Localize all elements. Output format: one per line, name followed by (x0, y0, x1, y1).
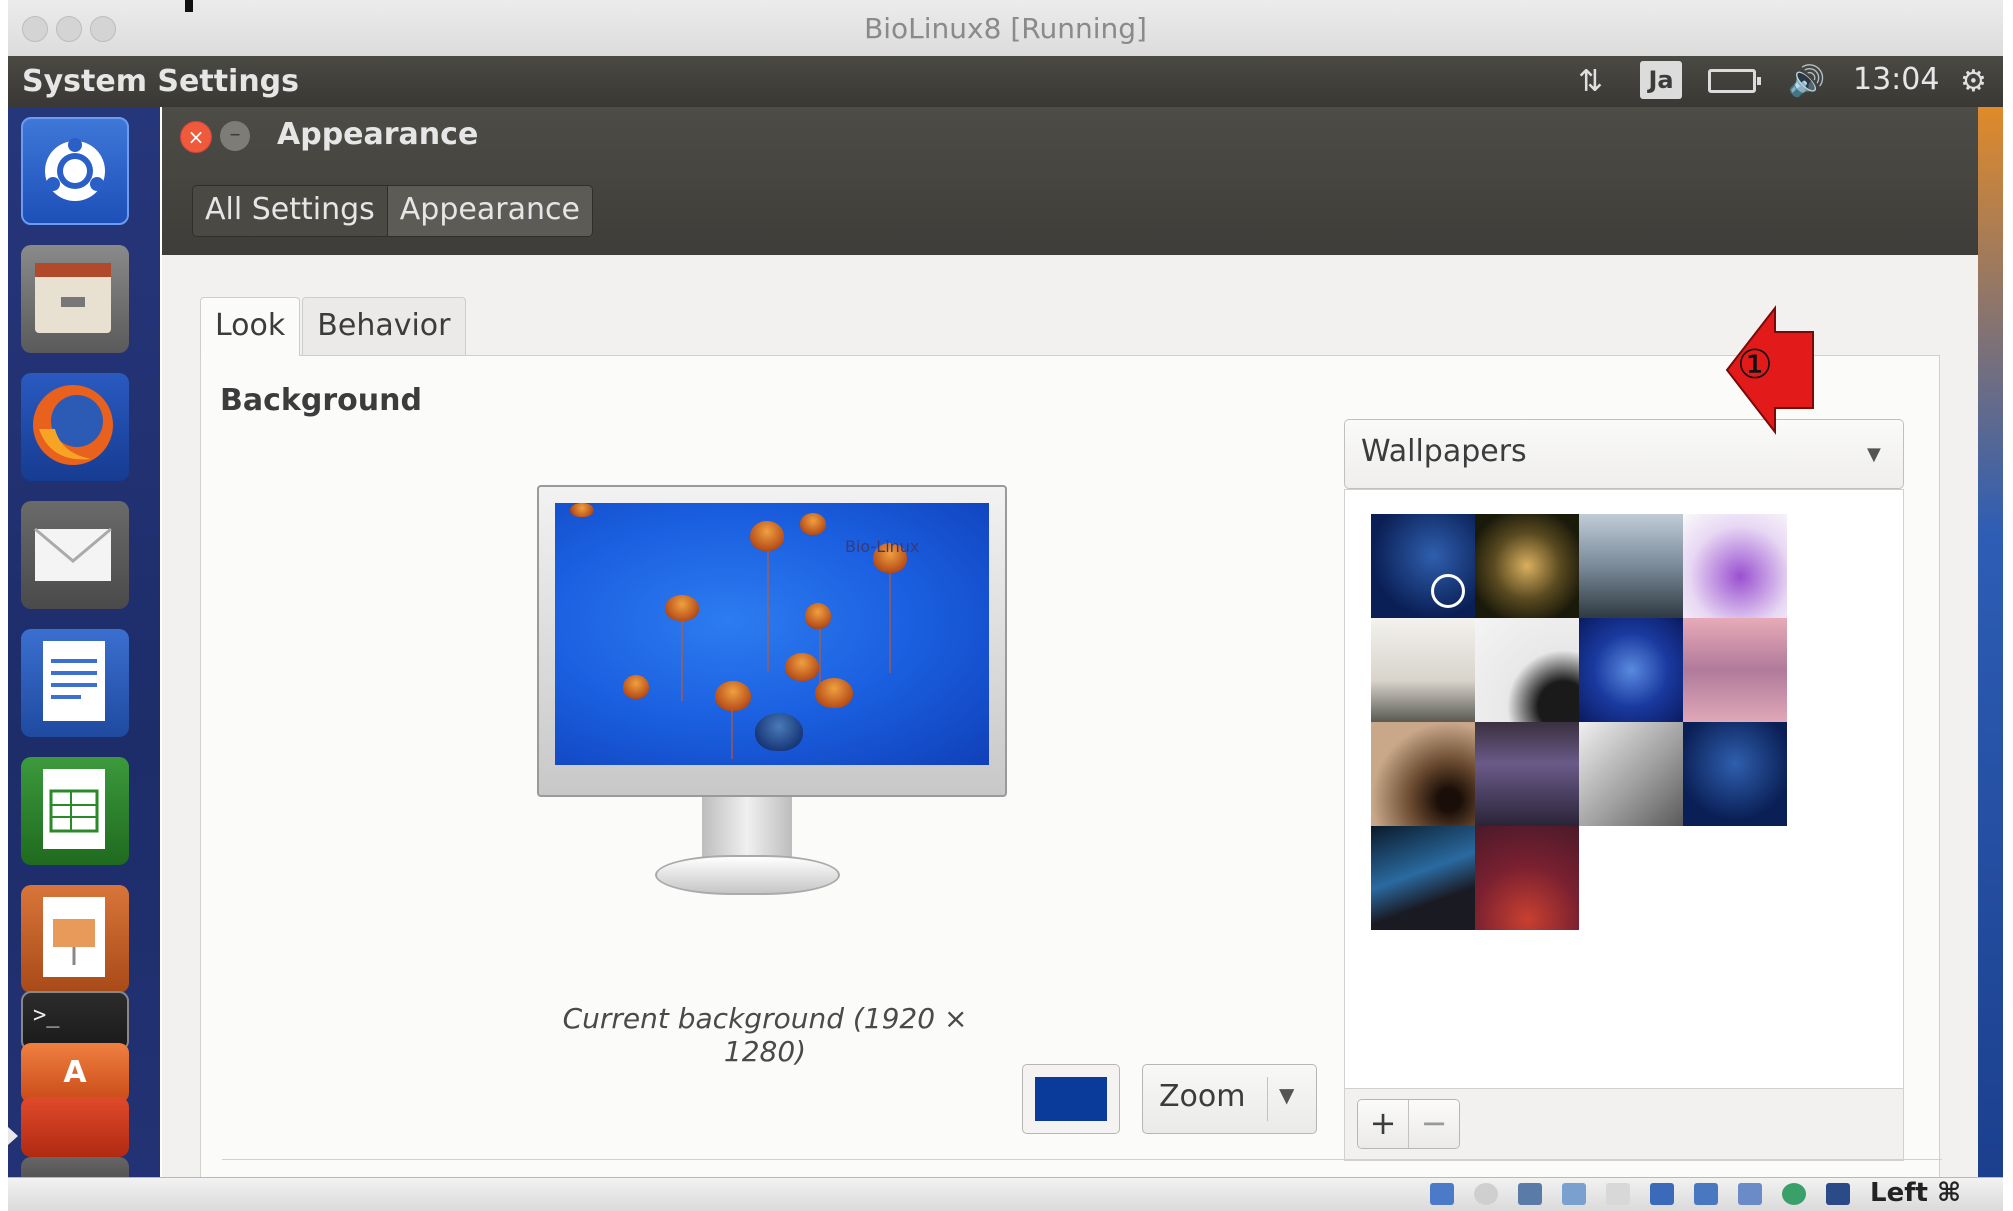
appearance-window: × – Appearance All Settings Appearance L… (162, 107, 1978, 1179)
background-preview-monitor: Bio-Linux (537, 485, 1007, 797)
launcher-active-arrow (8, 1127, 18, 1145)
color-picker-button[interactable] (1022, 1064, 1120, 1134)
panel-app-title: System Settings (22, 64, 300, 99)
ubuntu-logo-icon (45, 138, 105, 201)
tab-behavior[interactable]: Behavior (302, 297, 466, 355)
cursor-fragment (185, 0, 193, 12)
wallpaper-thumb[interactable] (1475, 514, 1579, 618)
wallpaper-actions: + − (1344, 1089, 1904, 1161)
background-heading: Background (220, 383, 422, 418)
mail-icon[interactable] (21, 501, 129, 609)
add-remove-group: + − (1357, 1099, 1460, 1149)
wallpaper-thumb[interactable] (1683, 618, 1787, 722)
clock[interactable]: 13:04 (1853, 62, 1939, 97)
host-key-label: Left ⌘ (1870, 1178, 1962, 1208)
keyboard-layout-indicator[interactable]: Ja (1640, 61, 1682, 99)
wallpaper-thumb[interactable] (1579, 722, 1683, 826)
wallpaper-thumb[interactable] (1475, 618, 1579, 722)
floppy-icon[interactable] (1518, 1183, 1542, 1205)
breadcrumb: All Settings Appearance (192, 185, 593, 237)
top-panel: System Settings ⇅ Ja 🔊 13:04 ⚙ (8, 56, 2003, 107)
dash-button[interactable] (21, 117, 129, 225)
video-capture-icon[interactable] (1782, 1183, 1806, 1205)
wallpaper-thumb[interactable] (1683, 514, 1787, 618)
host-window-title: BioLinux8 [Running] (864, 12, 1147, 45)
wallpaper-thumb[interactable] (1683, 722, 1787, 826)
desktop-wallpaper-edge (1978, 107, 2003, 1177)
wallpaper-thumb[interactable] (1371, 618, 1475, 722)
impress-icon[interactable] (21, 885, 129, 993)
zoom-dropdown[interactable]: Zoom ▼ (1142, 1064, 1317, 1134)
wallpaper-thumb[interactable] (1371, 514, 1475, 618)
launcher: >_ A (8, 107, 160, 1207)
add-wallpaper-button[interactable]: + (1358, 1100, 1408, 1148)
wallpaper-source-value: Wallpapers (1361, 434, 1527, 469)
host-window-titlebar: BioLinux8 [Running] (8, 0, 2003, 57)
wallpaper-thumb[interactable] (1371, 722, 1475, 826)
monitor-base (655, 855, 840, 895)
annotation-number: ① (1737, 342, 1773, 388)
wallpaper-thumb[interactable] (1579, 514, 1683, 618)
breadcrumb-appearance[interactable]: Appearance (386, 186, 592, 236)
wallpaper-thumb[interactable] (1475, 722, 1579, 826)
breadcrumb-all-settings[interactable]: All Settings (193, 186, 387, 236)
battery-icon[interactable] (1708, 69, 1761, 93)
window-title: Appearance (277, 117, 479, 152)
usb-icon[interactable] (1606, 1183, 1630, 1205)
mouse-integration-icon[interactable] (1826, 1183, 1850, 1205)
wallpaper-thumb[interactable] (1579, 618, 1683, 722)
gear-icon[interactable]: ⚙ (1960, 64, 1987, 99)
remove-wallpaper-button[interactable]: − (1408, 1100, 1459, 1148)
network-adapter-icon[interactable] (1694, 1183, 1718, 1205)
clock-icon (1431, 574, 1465, 608)
window-header: × – Appearance All Settings Appearance (162, 107, 1978, 255)
writer-icon[interactable] (21, 629, 129, 737)
wallpaper-thumb[interactable] (1371, 826, 1475, 930)
current-background-caption: Current background (1920 × 1280) (562, 1002, 968, 1068)
chevron-down-icon: ▼ (1279, 1083, 1295, 1107)
background-preview-image: Bio-Linux (555, 503, 989, 765)
tab-bar: Look Behavior (200, 297, 468, 356)
chevron-down-icon: ▼ (1867, 444, 1881, 465)
firefox-icon[interactable] (21, 373, 129, 481)
optical-drive-icon[interactable] (1474, 1183, 1498, 1205)
hard-disk-icon[interactable] (1430, 1183, 1454, 1205)
display-icon[interactable] (1650, 1183, 1674, 1205)
settings-app-icon[interactable] (21, 1097, 129, 1157)
dropdown-divider (1267, 1077, 1268, 1121)
tab-look[interactable]: Look (200, 297, 301, 356)
monitor-watermark: Bio-Linux (845, 537, 920, 556)
divider (222, 1159, 1942, 1160)
close-icon[interactable]: × (180, 121, 212, 153)
audio-icon[interactable] (1562, 1183, 1586, 1205)
volume-icon[interactable]: 🔊 (1788, 64, 1825, 99)
minimize-icon[interactable]: – (220, 121, 250, 151)
terminal-icon[interactable]: >_ (21, 991, 129, 1051)
wallpaper-grid (1344, 489, 1904, 1089)
wallpaper-thumb[interactable] (1475, 826, 1579, 930)
shared-folders-icon[interactable] (1738, 1183, 1762, 1205)
software-center-icon[interactable]: A (21, 1043, 129, 1103)
calc-icon[interactable] (21, 757, 129, 865)
network-icon[interactable]: ⇅ (1578, 64, 1603, 99)
zoom-value: Zoom (1159, 1079, 1246, 1114)
vm-status-bar: Left ⌘ (8, 1177, 2003, 1211)
files-icon[interactable] (21, 245, 129, 353)
color-swatch (1035, 1077, 1107, 1121)
